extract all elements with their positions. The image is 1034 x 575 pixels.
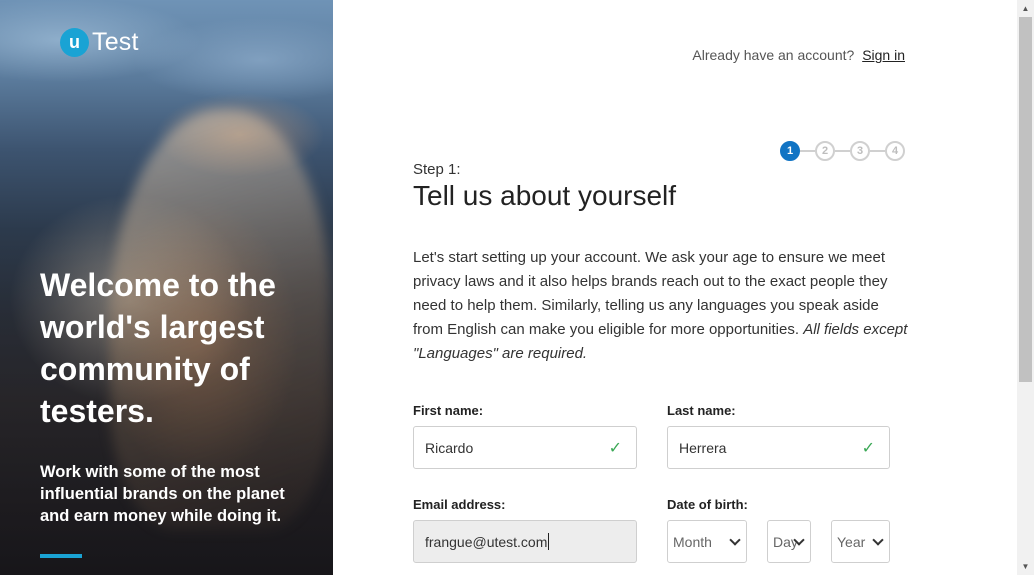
chevron-down-icon [729, 534, 741, 546]
step-label: Step 1: [413, 161, 461, 178]
scroll-down-arrow-icon[interactable]: ▼ [1017, 558, 1034, 575]
step-connector [800, 150, 815, 152]
step-1-indicator: 1 [780, 141, 800, 161]
checkmark-icon: ✓ [861, 440, 875, 457]
logo-text: Test [92, 28, 139, 56]
text-cursor [548, 533, 550, 550]
hero-title: Welcome to the world's largest community… [40, 267, 276, 429]
signin-prompt: Already have an account? Sign in [692, 47, 905, 63]
checkmark-icon: ✓ [608, 440, 622, 457]
step-connector [835, 150, 850, 152]
logo-mark: u [60, 28, 89, 57]
step-2-indicator: 2 [815, 141, 835, 161]
progress-stepper: 1 2 3 4 [780, 141, 905, 161]
step-4-indicator: 4 [885, 141, 905, 161]
utest-logo[interactable]: u Test [60, 28, 139, 57]
hero-accent-bar [40, 554, 82, 558]
dob-day-select[interactable]: Day [767, 520, 811, 563]
signin-question: Already have an account? [692, 47, 855, 63]
first-name-value: Ricardo [425, 439, 474, 456]
first-name-field[interactable]: Ricardo ✓ [413, 426, 637, 469]
dob-month-select[interactable]: Month [667, 520, 747, 563]
last-name-field[interactable]: Herrera ✓ [667, 426, 890, 469]
dob-year-value: Year [837, 533, 866, 550]
first-name-label: First name: [413, 403, 484, 418]
step-3-indicator: 3 [850, 141, 870, 161]
hero-panel: u Test Welcome to the world's largest co… [0, 0, 333, 575]
email-field[interactable]: frangue@utest.com [413, 520, 637, 563]
intro-text: Let's start setting up your account. We … [413, 246, 908, 366]
last-name-label: Last name: [667, 403, 736, 418]
sign-in-link[interactable]: Sign in [862, 47, 905, 63]
scroll-up-arrow-icon[interactable]: ▲ [1017, 0, 1034, 17]
dob-month-value: Month [673, 533, 712, 550]
dob-year-select[interactable]: Year [831, 520, 890, 563]
step-connector [870, 150, 885, 152]
dob-label: Date of birth: [667, 497, 748, 512]
last-name-value: Herrera [679, 439, 727, 456]
page-scrollbar[interactable]: ▲ ▼ [1017, 0, 1034, 575]
email-value: frangue@utest.com [425, 533, 548, 550]
email-label: Email address: [413, 497, 506, 512]
hero-subtitle: Work with some of the most influential b… [40, 463, 285, 525]
page-title: Tell us about yourself [413, 180, 677, 211]
chevron-down-icon [872, 534, 884, 546]
scrollbar-thumb[interactable] [1019, 17, 1032, 382]
